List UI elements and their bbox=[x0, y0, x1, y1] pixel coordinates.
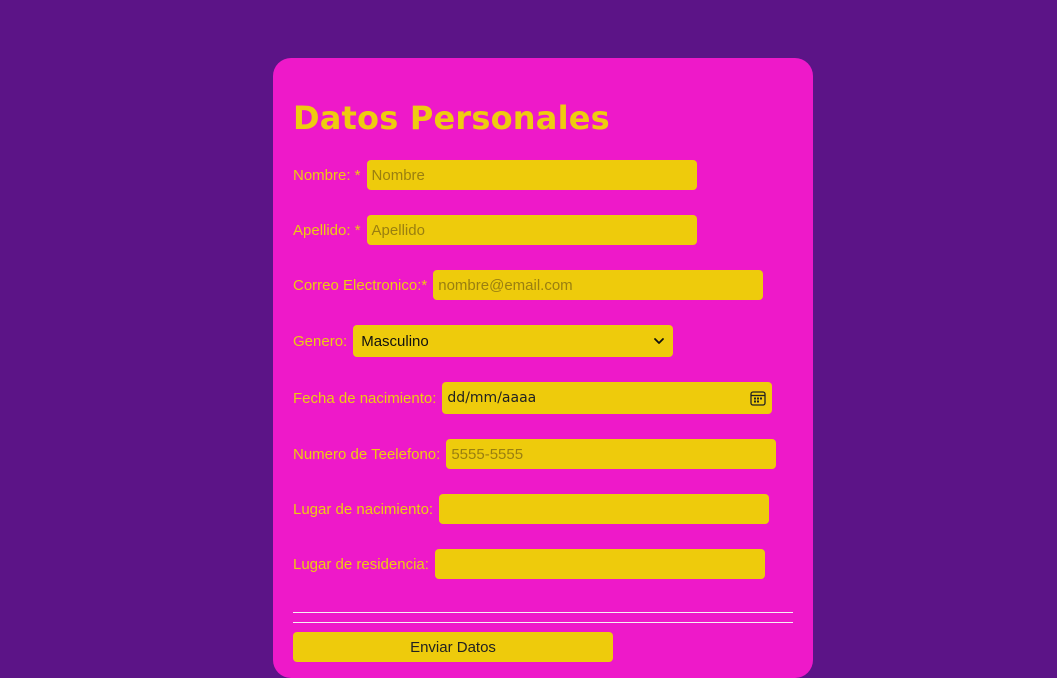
divider-bottom bbox=[293, 622, 793, 623]
lugar-residencia-row: Lugar de residencia: bbox=[293, 549, 765, 579]
lugar-nacimiento-label: Lugar de nacimiento: bbox=[293, 500, 434, 518]
genero-select[interactable]: Masculino bbox=[353, 325, 674, 357]
lugar-nacimiento-input[interactable] bbox=[439, 494, 770, 524]
apellido-row: Apellido: * Apellido bbox=[293, 215, 697, 245]
chevron-down-icon bbox=[654, 338, 665, 344]
fecha-input[interactable]: dd/mm/aaaa bbox=[442, 382, 773, 414]
telefono-row: Numero de Teelefono: 5555-5555 bbox=[293, 439, 777, 469]
lugar-residencia-input[interactable] bbox=[434, 549, 765, 579]
correo-input[interactable]: nombre@email.com bbox=[433, 270, 764, 300]
fecha-value: dd/mm/aaaa bbox=[447, 390, 537, 406]
apellido-label: Apellido: * bbox=[293, 221, 361, 239]
apellido-input[interactable]: Apellido bbox=[366, 215, 697, 245]
page-title: Datos Personales bbox=[293, 99, 610, 137]
nombre-label: Nombre: * bbox=[293, 166, 361, 184]
nombre-input[interactable]: Nombre bbox=[366, 160, 697, 190]
lugar-nacimiento-row: Lugar de nacimiento: bbox=[293, 494, 770, 524]
enviar-datos-button[interactable]: Enviar Datos bbox=[293, 632, 613, 662]
correo-row: Correo Electronico:* nombre@email.com bbox=[293, 270, 764, 300]
telefono-label: Numero de Teelefono: bbox=[293, 445, 441, 463]
genero-label: Genero: bbox=[293, 332, 348, 350]
correo-label: Correo Electronico:* bbox=[293, 276, 428, 294]
telefono-input[interactable]: 5555-5555 bbox=[446, 439, 777, 469]
divider-top bbox=[293, 612, 793, 613]
lugar-residencia-label: Lugar de residencia: bbox=[293, 555, 429, 573]
nombre-row: Nombre: * Nombre bbox=[293, 160, 697, 190]
form-card: Datos Personales Nombre: * Nombre Apelli… bbox=[273, 58, 813, 678]
genero-row: Genero: Masculino bbox=[293, 325, 674, 357]
genero-selected-value: Masculino bbox=[361, 332, 429, 350]
fecha-label: Fecha de nacimiento: bbox=[293, 389, 437, 407]
fecha-row: Fecha de nacimiento: dd/mm/aaaa bbox=[293, 382, 773, 414]
calendar-icon[interactable] bbox=[749, 389, 767, 407]
